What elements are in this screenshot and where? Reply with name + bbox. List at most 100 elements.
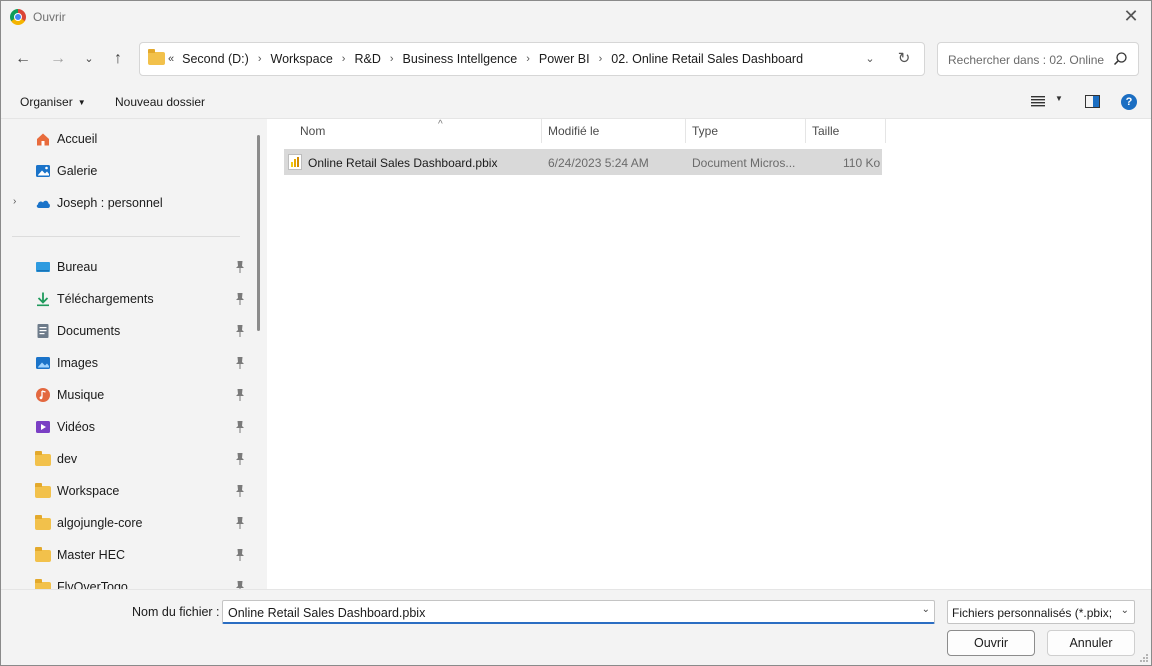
search-input[interactable]: Rechercher dans : 02. Online Retail Sale… bbox=[937, 42, 1139, 76]
sidebar-item-downloads[interactable]: Téléchargements bbox=[1, 285, 251, 313]
up-arrow-icon[interactable]: ↑ bbox=[104, 45, 132, 73]
view-chevron-down-icon[interactable]: ▼ bbox=[1055, 94, 1063, 103]
folder-icon bbox=[35, 515, 51, 530]
pin-icon[interactable] bbox=[234, 388, 246, 402]
command-bar: Organiser ▼ Nouveau dossier ▼ ? bbox=[1, 85, 1151, 119]
home-icon bbox=[37, 133, 49, 146]
desktop-icon bbox=[36, 262, 50, 272]
breadcrumb-separator-icon[interactable]: › bbox=[342, 53, 346, 65]
sidebar-item-master-hec[interactable]: Master HEC bbox=[1, 541, 251, 569]
documents-icon bbox=[37, 324, 49, 338]
column-header-name[interactable]: ^ Nom bbox=[294, 119, 542, 143]
preview-pane-icon[interactable] bbox=[1085, 95, 1100, 108]
sidebar-item-label: algojungle-core bbox=[57, 516, 143, 530]
sidebar-item-videos[interactable]: Vidéos bbox=[1, 413, 251, 441]
sidebar-item-workspace[interactable]: Workspace bbox=[1, 477, 251, 505]
view-options-icon[interactable] bbox=[1031, 95, 1045, 107]
open-button[interactable]: Ouvrir bbox=[947, 630, 1035, 656]
column-header-size[interactable]: Taille bbox=[806, 119, 886, 143]
forward-arrow-icon[interactable]: → bbox=[44, 45, 72, 73]
organize-button[interactable]: Organiser ▼ bbox=[20, 95, 86, 109]
download-icon bbox=[37, 292, 49, 307]
chevron-down-icon[interactable]: ⌄ bbox=[1121, 605, 1129, 616]
pin-icon[interactable] bbox=[234, 580, 246, 589]
breadcrumb-separator-icon[interactable]: › bbox=[258, 53, 262, 65]
breadcrumb-overflow-icon[interactable]: « bbox=[168, 53, 174, 65]
sidebar-item-gallery[interactable]: Galerie bbox=[1, 157, 251, 185]
cancel-button[interactable]: Annuler bbox=[1047, 630, 1135, 656]
back-arrow-icon[interactable]: ← bbox=[9, 45, 37, 73]
refresh-icon[interactable]: ↻ bbox=[896, 51, 912, 67]
breadcrumb-separator-icon[interactable]: › bbox=[390, 53, 394, 65]
navigation-pane: Accueil Galerie › Joseph : personnel Bur… bbox=[1, 119, 265, 589]
chrome-icon bbox=[10, 9, 26, 25]
pin-icon[interactable] bbox=[234, 292, 246, 306]
sidebar-item-onedrive[interactable]: › Joseph : personnel bbox=[1, 189, 251, 217]
recent-locations-chevron-icon[interactable]: ⌄ bbox=[75, 45, 103, 73]
pin-icon[interactable] bbox=[234, 452, 246, 466]
sidebar-divider bbox=[12, 236, 240, 237]
sidebar-item-dev[interactable]: dev bbox=[1, 445, 251, 473]
pin-icon[interactable] bbox=[234, 356, 246, 370]
folder-icon bbox=[35, 579, 51, 589]
breadcrumb-item[interactable]: Power BI bbox=[539, 52, 590, 66]
open-file-dialog: Ouvrir ✕ ← → ⌄ ↑ « Second (D:) › Workspa… bbox=[0, 0, 1152, 666]
sidebar-item-documents[interactable]: Documents bbox=[1, 317, 251, 345]
search-icon bbox=[1113, 52, 1127, 66]
resize-grip-icon[interactable] bbox=[1139, 653, 1149, 663]
new-folder-button[interactable]: Nouveau dossier bbox=[115, 95, 205, 109]
sidebar-item-label: Vidéos bbox=[57, 420, 95, 434]
column-header-type[interactable]: Type bbox=[686, 119, 806, 143]
sidebar-item-label: dev bbox=[57, 452, 78, 466]
file-modified: 6/24/2023 5:24 AM bbox=[548, 156, 649, 170]
sidebar-item-desktop[interactable]: Bureau bbox=[1, 253, 251, 281]
pin-icon[interactable] bbox=[234, 324, 246, 338]
help-icon[interactable]: ? bbox=[1121, 94, 1137, 110]
sidebar-item-flyovertogo[interactable]: FlyOverTogo bbox=[1, 573, 251, 589]
sidebar-item-label: Workspace bbox=[57, 484, 120, 498]
sidebar-item-pictures[interactable]: Images bbox=[1, 349, 251, 377]
sidebar-item-label: Accueil bbox=[57, 132, 98, 146]
pictures-icon bbox=[36, 357, 50, 369]
file-type-select[interactable]: Fichiers personnalisés (*.pbix;*.pbit) ⌄ bbox=[947, 600, 1135, 624]
column-header-label: Nom bbox=[300, 124, 326, 138]
file-size: 110 Ko bbox=[843, 156, 881, 170]
pin-icon[interactable] bbox=[234, 420, 246, 434]
sidebar-item-label: Images bbox=[57, 356, 98, 370]
breadcrumb-item[interactable]: Workspace bbox=[271, 52, 333, 66]
sidebar-item-label: Joseph : personnel bbox=[57, 196, 163, 210]
sidebar-item-algojungle-core[interactable]: algojungle-core bbox=[1, 509, 251, 537]
chevron-down-icon[interactable]: ⌄ bbox=[922, 604, 930, 615]
breadcrumb-separator-icon[interactable]: › bbox=[526, 53, 530, 65]
filename-field[interactable]: Online Retail Sales Dashboard.pbix ⌄ bbox=[222, 600, 935, 624]
file-name: Online Retail Sales Dashboard.pbix bbox=[308, 156, 498, 170]
sidebar-scrollbar[interactable] bbox=[257, 135, 260, 331]
folder-icon bbox=[148, 49, 165, 65]
breadcrumb-item[interactable]: 02. Online Retail Sales Dashboard bbox=[611, 52, 803, 66]
search-placeholder: Rechercher dans : 02. Online Retail Sale… bbox=[948, 53, 1108, 67]
organize-label: Organiser bbox=[20, 95, 73, 109]
breadcrumb-item[interactable]: Business Intellgence bbox=[403, 52, 518, 66]
pin-icon[interactable] bbox=[234, 548, 246, 562]
sidebar-item-home[interactable]: Accueil bbox=[1, 125, 251, 153]
pin-icon[interactable] bbox=[234, 484, 246, 498]
pin-icon[interactable] bbox=[234, 516, 246, 530]
sidebar-item-label: Galerie bbox=[57, 164, 98, 178]
sidebar-item-music[interactable]: Musique bbox=[1, 381, 251, 409]
breadcrumb-item[interactable]: Second (D:) bbox=[182, 52, 249, 66]
expand-chevron-icon[interactable]: › bbox=[13, 196, 16, 207]
address-history-chevron-icon[interactable]: ⌄ bbox=[862, 51, 878, 67]
folder-icon bbox=[35, 547, 51, 562]
music-icon bbox=[36, 388, 50, 402]
column-header-modified[interactable]: Modifié le bbox=[542, 119, 686, 143]
sidebar-item-label: Master HEC bbox=[57, 548, 126, 562]
table-row[interactable]: Online Retail Sales Dashboard.pbix 6/24/… bbox=[284, 149, 882, 175]
breadcrumb-item[interactable]: R&D bbox=[354, 52, 380, 66]
pin-icon[interactable] bbox=[234, 260, 246, 274]
filename-label: Nom du fichier : bbox=[132, 605, 220, 619]
breadcrumb-separator-icon[interactable]: › bbox=[599, 53, 603, 65]
close-icon[interactable]: ✕ bbox=[1119, 5, 1143, 29]
folder-icon bbox=[35, 483, 51, 498]
filename-value: Online Retail Sales Dashboard.pbix bbox=[228, 606, 426, 620]
address-bar[interactable]: « Second (D:) › Workspace › R&D › Busine… bbox=[139, 42, 925, 76]
